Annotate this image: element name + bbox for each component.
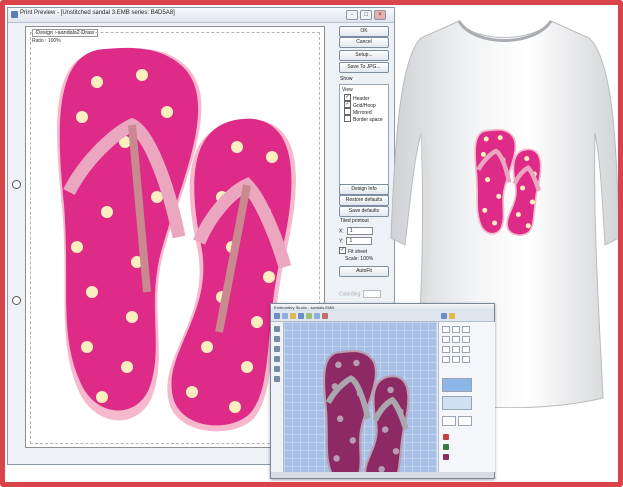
view-options-list[interactable]: View ✓ Header ✓ Grid/Hoop Mirrored Border … (339, 84, 389, 198)
scale-readout: Scale: 100% (345, 256, 374, 262)
stitch-type-icon[interactable] (442, 346, 450, 353)
tool-icon[interactable] (274, 376, 280, 382)
toolbar-icon[interactable] (306, 313, 312, 319)
toolbar-icon[interactable] (290, 313, 296, 319)
tool-icon[interactable] (274, 336, 280, 342)
restore-defaults-button[interactable]: Restore defaults (339, 195, 389, 206)
stitch-type-icon[interactable] (452, 356, 460, 363)
binder-hole (12, 180, 21, 189)
stitch-type-icon[interactable] (462, 346, 470, 353)
toolbar-icon[interactable] (274, 313, 280, 319)
stitch-type-icon[interactable] (462, 336, 470, 343)
window-title: Print Preview - [Unstitched sandal 3.EMB… (20, 10, 175, 16)
option-box[interactable] (458, 416, 472, 426)
tool-icon[interactable] (274, 346, 280, 352)
binder-hole (12, 296, 21, 305)
emb-sandals-design (322, 349, 410, 482)
window-icon (11, 11, 18, 18)
image-frame: Print Preview - [Unstitched sandal 3.EMB… (0, 0, 623, 487)
color-bkg-field: Color/bkg (339, 290, 382, 298)
thread-color-icon[interactable] (443, 444, 449, 450)
emb-tool-strip (271, 322, 284, 472)
tile-x-spinner[interactable]: X: 1 (339, 227, 373, 235)
cancel-button[interactable]: Cancel (339, 37, 389, 48)
tool-icon[interactable] (274, 366, 280, 372)
setup-button[interactable]: Setup... (339, 50, 389, 61)
toolbar-icon[interactable] (282, 313, 288, 319)
option-box[interactable] (442, 416, 456, 426)
toolbar-icon[interactable] (449, 313, 455, 319)
show-section-label: Show (340, 76, 353, 82)
emb-status-bar (271, 472, 494, 478)
fit-sheet-checkbox[interactable]: ✓ Fit sheet (339, 247, 367, 255)
close-icon[interactable]: × (374, 10, 386, 20)
tiled-printout-label: Tiled printout (340, 218, 369, 224)
ok-button[interactable]: OK (339, 26, 389, 37)
color-swatch[interactable] (442, 378, 472, 392)
thread-color-icon[interactable] (443, 434, 449, 440)
stitch-type-icon[interactable] (452, 336, 460, 343)
border-space-checkbox[interactable]: Border space (344, 115, 383, 123)
view-list-header: View (342, 87, 353, 93)
stitch-type-icon[interactable] (442, 326, 450, 333)
emb-properties-panel (438, 322, 495, 472)
embroidery-software-window: Embroidery Studio - sandals.EMB (270, 303, 495, 482)
stitch-type-icon[interactable] (442, 356, 450, 363)
emb-design-canvas[interactable] (284, 322, 437, 482)
stitch-type-icon[interactable] (462, 326, 470, 333)
toolbar-icon[interactable] (314, 313, 320, 319)
thread-color-icon[interactable] (443, 454, 449, 460)
emb-toolbar (271, 311, 494, 322)
toolbar-icon[interactable] (441, 313, 447, 319)
tile-y-spinner[interactable]: Y: 1 (339, 237, 373, 245)
stitch-type-icon[interactable] (452, 346, 460, 353)
minimize-icon[interactable]: - (346, 10, 358, 20)
stitch-type-icon[interactable] (462, 356, 470, 363)
toolbar-icon[interactable] (322, 313, 328, 319)
save-jpg-button[interactable]: Save To JPG... (339, 62, 389, 73)
maximize-icon[interactable]: □ (360, 10, 372, 20)
autofit-button[interactable]: AutoFit (339, 266, 389, 277)
stitch-type-icon[interactable] (452, 326, 460, 333)
toolbar-icon[interactable] (298, 313, 304, 319)
tool-icon[interactable] (274, 356, 280, 362)
design-info-button[interactable]: Design Info (339, 184, 389, 195)
save-defaults-button[interactable]: Save defaults (339, 206, 389, 217)
title-bar: Print Preview - [Unstitched sandal 3.EMB… (8, 8, 394, 23)
color-swatch[interactable] (442, 396, 472, 410)
emb-title-bar: Embroidery Studio - sandals.EMB (271, 304, 494, 311)
stitch-type-icon[interactable] (442, 336, 450, 343)
tool-icon[interactable] (274, 326, 280, 332)
